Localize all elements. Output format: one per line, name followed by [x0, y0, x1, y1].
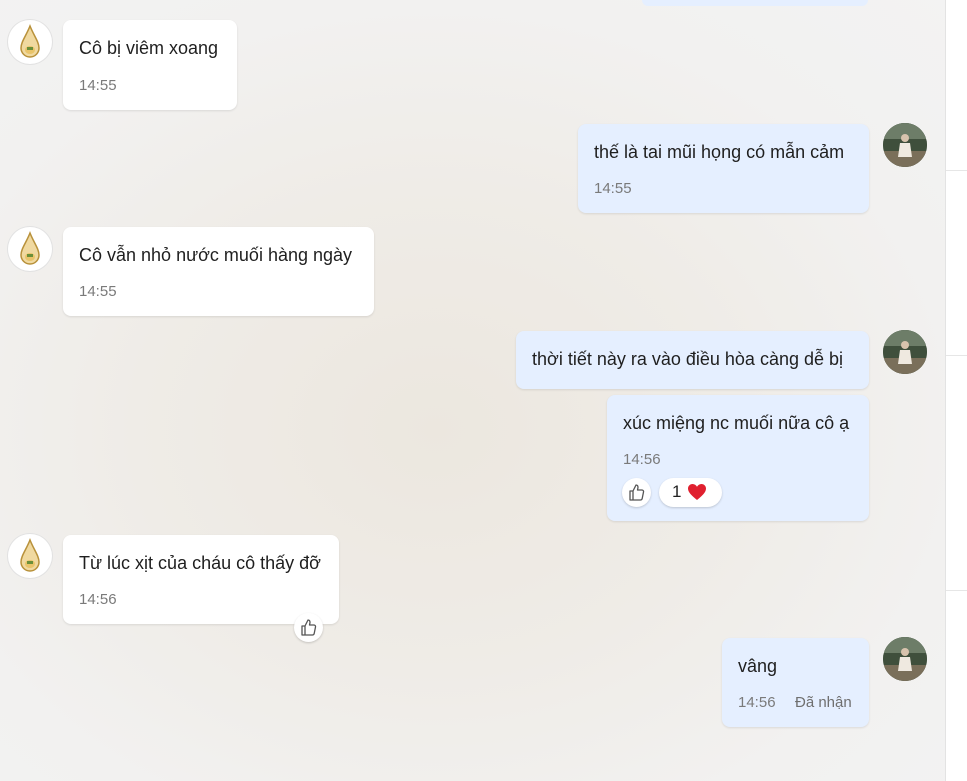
message-bubble-outgoing[interactable]: thế là tai mũi họng có mẫn cảm 14:55 — [578, 124, 869, 213]
message-bubble-incoming[interactable]: Cô vẫn nhỏ nước muối hàng ngày 14:55 — [63, 227, 374, 316]
thumbs-up-icon — [301, 619, 317, 636]
message-bubble-outgoing[interactable]: vâng 14:56 Đã nhận — [722, 638, 869, 727]
message-bubble-outgoing[interactable]: xúc miệng nc muối nữa cô ạ 14:56 1 — [607, 395, 869, 521]
message-time: 14:55 — [79, 77, 117, 94]
user-avatar[interactable] — [883, 637, 927, 681]
logo-drop-icon — [20, 230, 40, 265]
user-photo-icon — [883, 637, 927, 681]
contact-avatar[interactable] — [8, 227, 52, 271]
user-photo-icon — [883, 330, 927, 374]
message-text: Từ lúc xịt của cháu cô thấy đỡ — [79, 553, 321, 573]
message-time: 14:55 — [79, 283, 117, 300]
heart-icon — [688, 484, 706, 500]
message-text: Cô vẫn nhỏ nước muối hàng ngày — [79, 245, 353, 265]
message-text: xúc miệng nc muối nữa cô ạ — [623, 413, 850, 433]
reaction-summary[interactable]: 1 — [659, 478, 722, 507]
user-photo-icon — [883, 123, 927, 167]
user-avatar[interactable] — [883, 330, 927, 374]
user-avatar[interactable] — [883, 123, 927, 167]
like-reaction-button[interactable] — [294, 613, 323, 642]
reaction-count: 1 — [672, 482, 682, 501]
contact-avatar[interactable] — [8, 20, 52, 64]
panel-divider — [946, 590, 967, 591]
message-text: Cô bị viêm xoang — [79, 38, 219, 58]
thumbs-up-icon — [629, 484, 645, 501]
message-time: 14:56 — [738, 694, 776, 711]
chat-message-area[interactable]: Cô bị viêm xoang 14:55 thế là tai mũi họ… — [0, 0, 945, 781]
message-time: 14:56 — [79, 591, 117, 608]
contact-avatar[interactable] — [8, 534, 52, 578]
previous-message-bubble-edge — [642, 0, 868, 6]
message-bubble-incoming[interactable]: Cô bị viêm xoang 14:55 — [63, 20, 237, 110]
panel-divider — [946, 355, 967, 356]
logo-drop-icon — [20, 537, 40, 572]
message-bubble-outgoing[interactable]: thời tiết này ra vào điều hòa càng dễ bị — [516, 331, 869, 389]
message-text: thế là tai mũi họng có mẫn cảm — [594, 142, 845, 162]
message-text: thời tiết này ra vào điều hòa càng dễ bị — [532, 349, 844, 369]
message-bubble-incoming[interactable]: Từ lúc xịt của cháu cô thấy đỡ 14:56 — [63, 535, 339, 624]
like-reaction-button[interactable] — [622, 478, 651, 507]
logo-drop-icon — [20, 23, 40, 58]
message-time: 14:56 — [623, 451, 661, 468]
message-text: vâng — [738, 656, 778, 676]
right-side-panel — [945, 0, 967, 781]
delivery-status: Đã nhận — [795, 694, 852, 711]
panel-divider — [946, 170, 967, 171]
message-time: 14:55 — [594, 180, 632, 197]
